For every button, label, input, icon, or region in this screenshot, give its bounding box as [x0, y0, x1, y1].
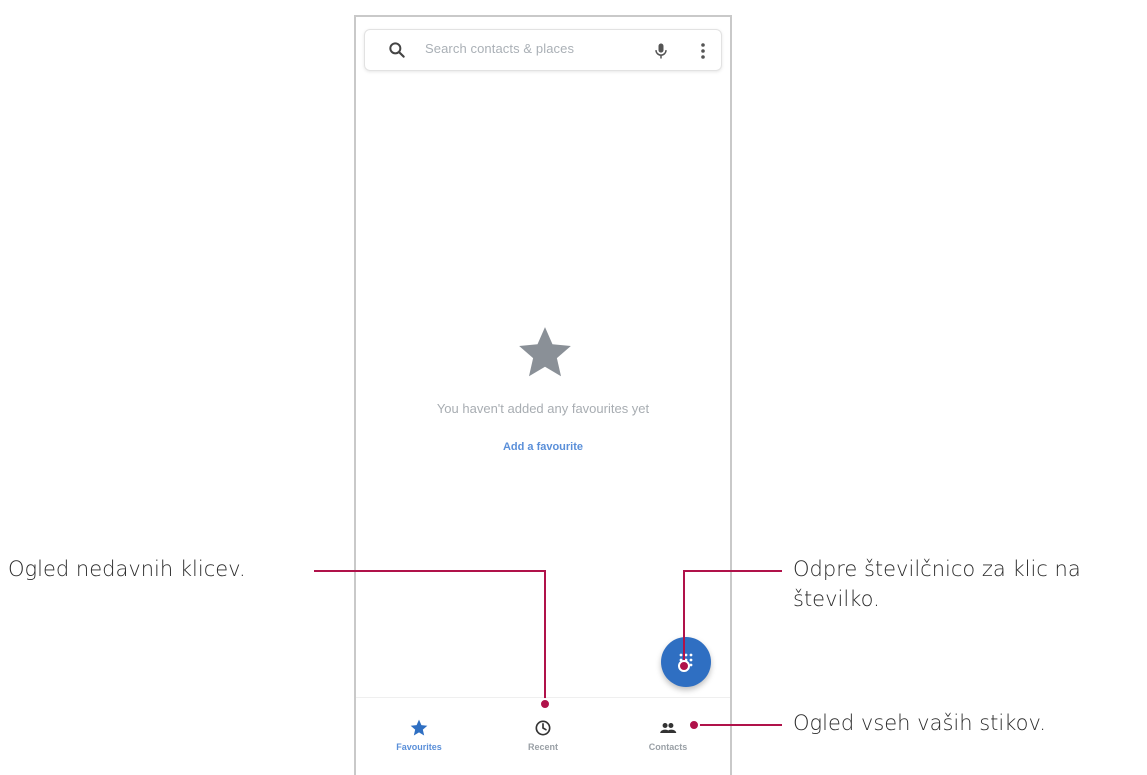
clock-icon — [535, 720, 551, 736]
dialpad-icon — [679, 653, 693, 672]
nav-item-favourites[interactable]: Favourites — [359, 698, 479, 758]
callout-dialpad-text: Odpre številčnico za klic na številko. — [793, 554, 1081, 614]
bottom-navigation: Favourites Recent Contacts — [356, 697, 730, 758]
nav-item-recent[interactable]: Recent — [483, 698, 603, 758]
dialpad-button[interactable] — [661, 637, 711, 687]
callout-dialpad-line1: Odpre številčnico za klic na — [793, 557, 1081, 581]
search-input[interactable]: Search contacts & places — [425, 41, 574, 56]
add-favourite-link[interactable]: Add a favourite — [356, 441, 730, 453]
people-icon — [660, 723, 677, 733]
star-icon — [410, 719, 428, 736]
microphone-icon[interactable] — [651, 40, 671, 62]
phone-screen: Search contacts & places You haven't add… — [354, 15, 732, 775]
callout-recent-text: Ogled nedavnih klicev. — [8, 557, 246, 581]
nav-item-contacts[interactable]: Contacts — [608, 698, 728, 758]
more-options-icon[interactable] — [697, 41, 709, 61]
search-icon — [389, 42, 405, 58]
empty-state-message: You haven't added any favourites yet — [436, 401, 650, 416]
callout-contacts-text: Ogled vseh vaših stikov. — [793, 711, 1046, 735]
search-bar[interactable]: Search contacts & places — [364, 29, 722, 71]
empty-favourites-star-icon — [519, 327, 571, 377]
callout-dialpad-line2: številko. — [793, 587, 880, 611]
